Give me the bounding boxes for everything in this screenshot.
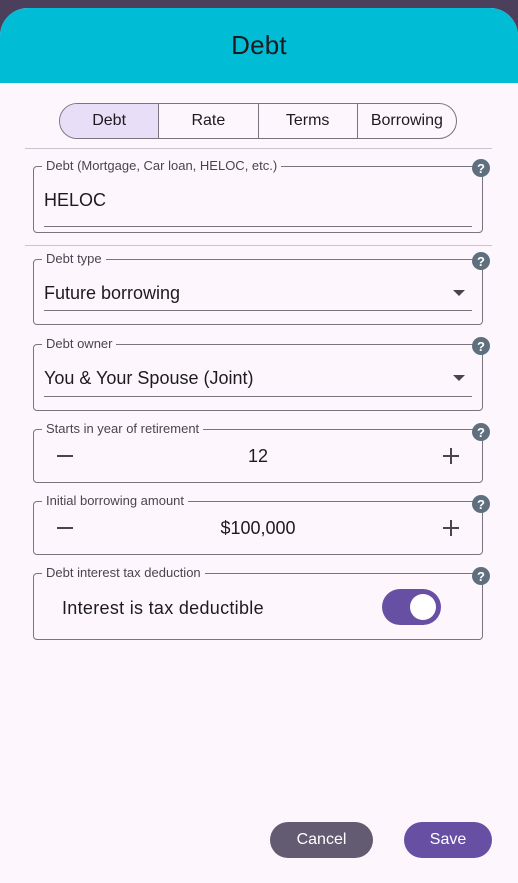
debt-owner-help-icon[interactable]: ? <box>472 337 490 355</box>
debt-name-value: HELOC <box>44 190 107 210</box>
debt-type-value: Future borrowing <box>44 283 181 303</box>
debt-type-label: Debt type <box>42 251 106 267</box>
plus-icon <box>443 448 459 464</box>
start-year-increment-button[interactable] <box>437 442 465 470</box>
chevron-down-icon <box>453 375 465 381</box>
tab-terms[interactable]: Terms <box>257 104 357 138</box>
plus-icon <box>443 520 459 536</box>
tab-segmented-control: Debt Rate Terms Borrowing <box>59 103 457 139</box>
tax-deduction-field: Debt interest tax deduction Interest is … <box>33 565 483 640</box>
start-year-label: Starts in year of retirement <box>42 421 204 437</box>
debt-name-underline <box>44 226 472 227</box>
tax-deduction-toggle-label: Interest is tax deductible <box>62 598 264 618</box>
initial-amount-increment-button[interactable] <box>437 514 465 542</box>
dialog-title: Debt <box>231 30 287 60</box>
divider <box>25 245 492 246</box>
tab-borrowing[interactable]: Borrowing <box>356 104 456 138</box>
debt-name-field[interactable]: Debt (Mortgage, Car loan, HELOC, etc.) H… <box>33 158 483 233</box>
tax-deduction-label: Debt interest tax deduction <box>42 565 205 581</box>
initial-amount-help-icon[interactable]: ? <box>472 495 490 513</box>
start-year-stepper: Starts in year of retirement 12 <box>33 421 483 483</box>
debt-type-underline <box>44 310 472 311</box>
chevron-down-icon <box>453 290 465 296</box>
initial-amount-value: $100,000 <box>220 518 296 538</box>
debt-owner-underline <box>44 396 472 397</box>
switch-thumb <box>410 594 436 620</box>
tax-deduction-help-icon[interactable]: ? <box>472 567 490 585</box>
debt-name-label: Debt (Mortgage, Car loan, HELOC, etc.) <box>42 158 282 174</box>
tab-debt[interactable]: Debt <box>60 104 159 138</box>
debt-owner-label: Debt owner <box>42 336 117 352</box>
debt-owner-value: You & Your Spouse (Joint) <box>44 368 254 388</box>
cancel-button[interactable]: Cancel <box>270 822 373 858</box>
debt-type-help-icon[interactable]: ? <box>472 252 490 270</box>
initial-amount-label: Initial borrowing amount <box>42 493 189 509</box>
divider <box>25 148 492 149</box>
initial-amount-stepper: Initial borrowing amount $100,000 <box>33 493 483 555</box>
debt-name-help-icon[interactable]: ? <box>472 159 490 177</box>
tax-deduction-switch[interactable] <box>382 589 441 625</box>
debt-owner-dropdown[interactable]: Debt owner You & Your Spouse (Joint) <box>33 336 483 411</box>
start-year-value: 12 <box>247 446 269 466</box>
dialog-header: Debt <box>0 8 518 83</box>
debt-type-dropdown[interactable]: Debt type Future borrowing <box>33 251 483 325</box>
debt-dialog: Debt Debt Rate Terms Borrowing Debt (Mor… <box>0 8 518 883</box>
tab-rate[interactable]: Rate <box>158 104 257 138</box>
save-button[interactable]: Save <box>404 822 492 858</box>
start-year-help-icon[interactable]: ? <box>472 423 490 441</box>
